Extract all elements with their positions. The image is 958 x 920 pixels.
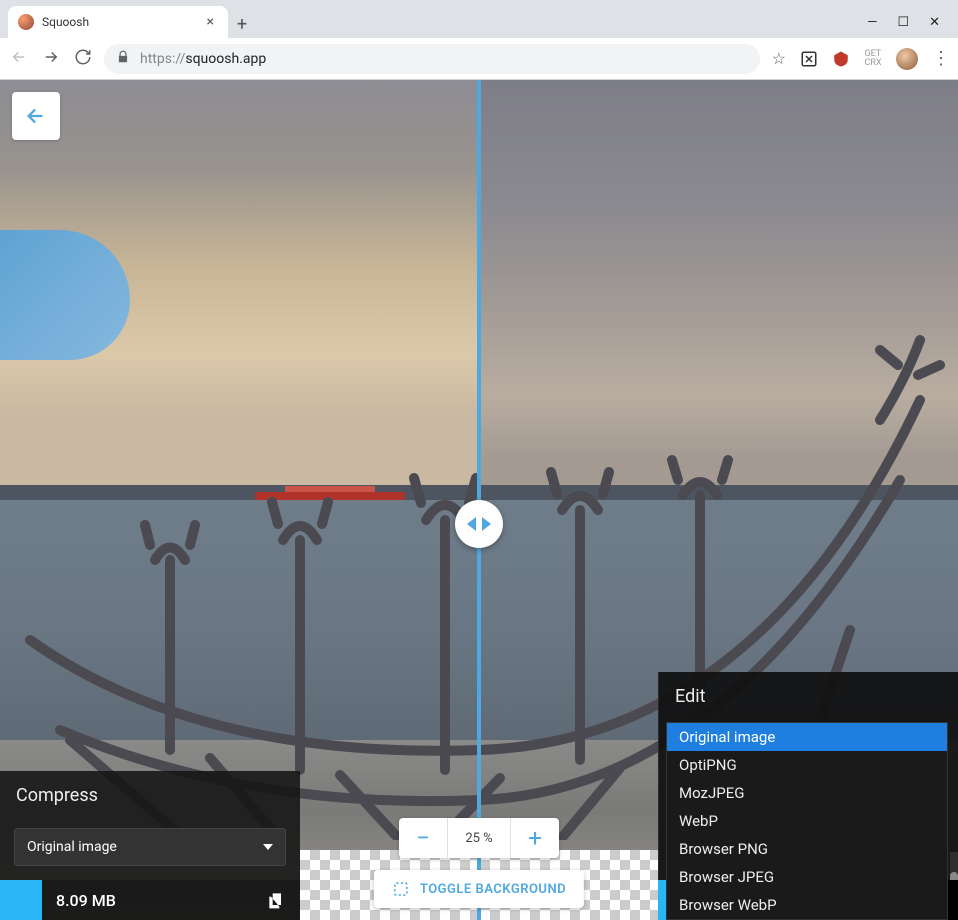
zoom-controls: − 25 % + [399, 818, 559, 858]
codec-option[interactable]: Browser JPEG [667, 863, 947, 891]
codec-dropdown: Original imageOptiPNGMozJPEGWebPBrowser … [666, 722, 948, 920]
codec-option[interactable]: OptiPNG [667, 751, 947, 779]
tab-title: Squoosh [42, 15, 195, 29]
close-window-button[interactable]: ✕ [929, 15, 940, 30]
lock-icon [116, 50, 130, 68]
new-tab-button[interactable]: + [228, 10, 256, 38]
codec-option[interactable]: Browser WebP [667, 891, 947, 919]
address-bar[interactable]: https://squoosh.app [104, 44, 760, 74]
browser-toolbar: https://squoosh.app ☆ GETCRX ⋮ [0, 38, 958, 80]
codec-option[interactable]: WebP [667, 807, 947, 835]
nav-back-icon[interactable] [10, 48, 28, 70]
zoom-in-button[interactable]: + [511, 818, 559, 858]
extension-icon-1[interactable] [800, 50, 818, 68]
zoom-out-button[interactable]: − [399, 818, 447, 858]
maximize-button[interactable]: ☐ [897, 15, 909, 30]
chevron-down-icon [263, 844, 273, 850]
left-bottom-bar: 8.09 MB [0, 880, 300, 920]
toggle-background-label: TOGGLE BACKGROUND [420, 882, 566, 897]
close-tab-icon[interactable]: × [203, 14, 218, 30]
reload-icon[interactable] [74, 48, 92, 70]
download-left-button[interactable] [0, 880, 42, 920]
back-button[interactable] [12, 92, 60, 140]
toggle-background-button[interactable]: TOGGLE BACKGROUND [374, 870, 584, 908]
codec-option[interactable]: Original image [667, 723, 947, 751]
browser-tab[interactable]: Squoosh × [8, 6, 228, 38]
edit-section-title: Edit [659, 672, 958, 715]
minimize-button[interactable]: — [867, 15, 877, 30]
profile-avatar[interactable] [896, 48, 918, 70]
browser-titlebar: Squoosh × + — ☐ ✕ [0, 0, 958, 38]
left-compress-panel: Compress Original image [0, 771, 300, 880]
codec-option[interactable]: MozJPEG [667, 779, 947, 807]
app-viewport: Compress Original image 8.09 MB − 25 % +… [0, 80, 958, 920]
file-size-left: 8.09 MB [42, 891, 258, 910]
left-panel-title: Compress [0, 771, 300, 820]
star-icon[interactable]: ☆ [772, 49, 786, 68]
favicon-icon [18, 14, 34, 30]
codec-option[interactable]: Browser PNG [667, 835, 947, 863]
browser-menu-icon[interactable]: ⋮ [932, 48, 948, 69]
zoom-value[interactable]: 25 % [447, 818, 511, 858]
extension-icon-2[interactable] [832, 50, 850, 68]
url-text: https://squoosh.app [140, 51, 266, 67]
copy-left-button[interactable] [258, 882, 294, 918]
left-codec-select[interactable]: Original image [14, 828, 286, 866]
extension-icon-3[interactable]: GETCRX [864, 50, 882, 68]
window-controls: — ☐ ✕ [867, 15, 958, 38]
compare-handle[interactable] [455, 500, 503, 548]
nav-forward-icon[interactable] [42, 48, 60, 70]
left-codec-value: Original image [27, 839, 117, 855]
scrollbar[interactable] [950, 852, 958, 880]
